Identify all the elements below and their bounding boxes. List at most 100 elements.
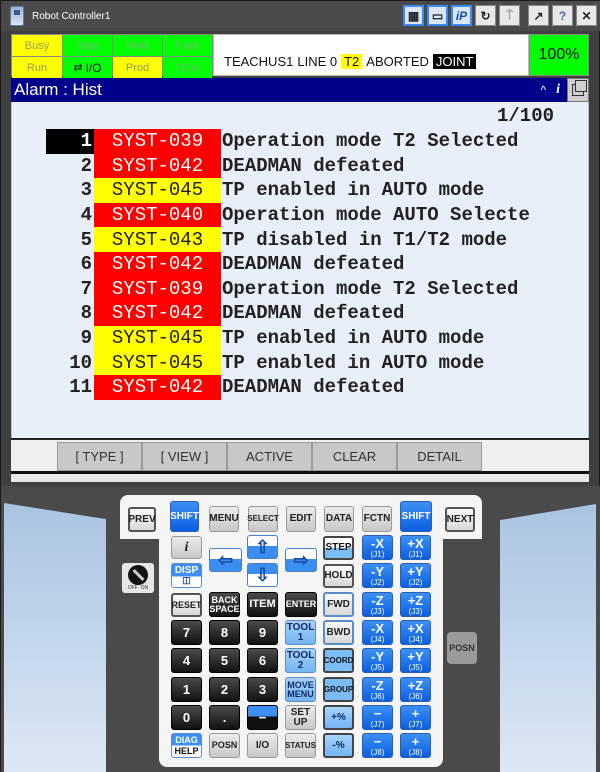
jog-plus-rx-j4-key[interactable]: +X (J4) (400, 620, 431, 645)
down-arrow-key[interactable]: ⇩ (247, 563, 278, 587)
pendant-wing-left (4, 503, 106, 772)
minus-comma-key[interactable]: − (247, 705, 278, 730)
posn-side-key[interactable]: POSN (447, 632, 477, 664)
jog-plus-ry-j5-key[interactable]: +Y (J5) (400, 648, 431, 673)
bwd-key[interactable]: BWD (323, 620, 354, 645)
caret-up-icon[interactable]: ^ (540, 83, 546, 97)
alarm-message: TP enabled in AUTO mode (222, 351, 485, 374)
robot-icon[interactable]: ⍑ (499, 5, 520, 26)
controller-icon[interactable]: ▦ (403, 5, 424, 26)
shift-right-key[interactable]: SHIFT (400, 501, 432, 532)
right-arrow-key[interactable]: ⇨ (285, 548, 317, 572)
f2-view-button[interactable]: [ VIEW ] (142, 442, 227, 471)
alarm-row[interactable]: 7 SYST-039 Operation mode T2 Selected (46, 276, 530, 302)
select-key[interactable]: SELECT (247, 506, 279, 532)
next-key[interactable]: NEXT (445, 507, 475, 532)
info-icon[interactable]: i (556, 82, 560, 98)
help-icon[interactable]: ? (552, 5, 573, 26)
data-key[interactable]: DATA (324, 506, 354, 532)
disp-key[interactable]: DISP ◫ (171, 563, 202, 588)
jog-plus-y-j2-key[interactable]: +Y (J2) (400, 563, 431, 588)
alarm-row[interactable]: 9 SYST-045 TP enabled in AUTO mode (46, 325, 530, 351)
keyboard-icon[interactable]: ▭ (427, 5, 448, 26)
enter-key[interactable]: ENTER (285, 592, 317, 617)
enable-switch[interactable]: OFF ON (122, 563, 154, 593)
refresh-icon[interactable]: ↻ (475, 5, 496, 26)
arrow-left-icon: ⇦ (217, 550, 234, 570)
prev-key[interactable]: PREV (128, 507, 156, 532)
digit-2-key[interactable]: 2 (209, 677, 240, 702)
group-key[interactable]: GROUP (323, 677, 354, 702)
digit-7-key[interactable]: 7 (171, 620, 202, 645)
speed-up-key[interactable]: +% (323, 705, 354, 730)
digit-5-key[interactable]: 5 (209, 648, 240, 673)
alarm-row[interactable]: 8 SYST-042 DEADMAN defeated (46, 301, 530, 326)
move-menu-key[interactable]: MOVE MENU (285, 677, 316, 702)
ip-icon[interactable]: iP (451, 5, 472, 26)
diag-help-key[interactable]: DIAG HELP (171, 733, 202, 758)
jog-minus-j7-key[interactable]: − (J7) (362, 705, 393, 730)
jog-axis-label: -X (371, 620, 384, 636)
window-restore-button[interactable] (567, 78, 589, 102)
alarm-row[interactable]: 10 SYST-045 TP enabled in AUTO mode (46, 350, 530, 375)
jog-plus-x-j1-key[interactable]: +X (J1) (400, 535, 431, 560)
jog-minus-y-j2-key[interactable]: -Y (J2) (362, 563, 393, 588)
alarm-row[interactable]: 1 SYST-039 Operation mode T2 Selected (46, 129, 530, 154)
tool1-key[interactable]: TOOL 1 (285, 620, 316, 645)
io-key[interactable]: I/O (247, 733, 278, 758)
backspace-key[interactable]: BACK SPACE (209, 592, 240, 617)
coord-key[interactable]: COORD (323, 648, 354, 673)
f4-clear-button[interactable]: CLEAR (312, 442, 397, 471)
jog-minus-j8-key[interactable]: − (J8) (362, 733, 393, 758)
digit-6-key[interactable]: 6 (247, 648, 278, 673)
digit-1-key[interactable]: 1 (171, 677, 202, 702)
digit-0-key[interactable]: 0 (171, 705, 202, 730)
speed-down-key[interactable]: -% (323, 733, 354, 758)
menu-key[interactable]: MENU (209, 506, 239, 532)
posn-key[interactable]: POSN (209, 733, 240, 758)
status-key[interactable]: STATUS (285, 733, 316, 758)
fctn-key[interactable]: FCTN (362, 506, 392, 532)
jog-minus-rx-j4-key[interactable]: -X (J4) (362, 620, 393, 645)
tool2-key[interactable]: TOOL 2 (285, 648, 316, 673)
f1-type-button[interactable]: [ TYPE ] (57, 442, 142, 471)
jog-plus-j8-key[interactable]: + (J8) (400, 733, 431, 758)
screen-title: Alarm : Hist (14, 80, 102, 99)
mode-indicator: T2 (341, 54, 363, 69)
jog-minus-x-j1-key[interactable]: -X (J1) (362, 535, 393, 560)
reset-key[interactable]: RESET (171, 593, 202, 617)
jog-axis-label: -X (371, 535, 384, 551)
fwd-key[interactable]: FWD (323, 592, 354, 617)
shift-left-key[interactable]: SHIFT (170, 501, 199, 532)
edit-key[interactable]: EDIT (286, 506, 316, 532)
decimal-point-key[interactable]: . (209, 705, 240, 730)
jog-minus-rz-j6-key[interactable]: -Z (J6) (362, 677, 393, 702)
info-key[interactable]: i (171, 536, 202, 559)
digit-3-key[interactable]: 3 (247, 677, 278, 702)
setup-key[interactable]: SET UP (285, 705, 316, 730)
up-arrow-key[interactable]: ⇧ (247, 535, 278, 559)
left-arrow-key[interactable]: ⇦ (209, 548, 242, 572)
alarm-row[interactable]: 5 SYST-043 TP disabled in T1/T2 mode (46, 227, 530, 252)
jog-plus-j7-key[interactable]: + (J7) (400, 705, 431, 730)
jog-minus-z-j3-key[interactable]: -Z (J3) (362, 592, 393, 617)
digit-9-key[interactable]: 9 (247, 620, 278, 645)
alarm-row[interactable]: 4 SYST-040 Operation mode AUTO Selecte (46, 202, 530, 228)
alarm-row[interactable]: 11 SYST-042 DEADMAN defeated (46, 374, 530, 400)
digit-4-key[interactable]: 4 (171, 648, 202, 673)
alarm-row[interactable]: 2 SYST-042 DEADMAN defeated (46, 153, 530, 179)
f3-active-button[interactable]: ACTIVE (227, 442, 312, 471)
close-icon[interactable]: ✕ (576, 5, 597, 26)
export-icon[interactable]: ↗ (528, 5, 549, 26)
jog-plus-rz-j6-key[interactable]: +Z (J6) (400, 677, 431, 702)
digit-8-key[interactable]: 8 (209, 620, 240, 645)
alarm-row[interactable]: 6 SYST-042 DEADMAN defeated (46, 251, 530, 277)
alarm-row[interactable]: 3 SYST-045 TP enabled in AUTO mode (46, 178, 530, 203)
hold-key[interactable]: HOLD (323, 564, 354, 588)
item-key[interactable]: ITEM (247, 592, 278, 617)
jog-minus-ry-j5-key[interactable]: -Y (J5) (362, 648, 393, 673)
jog-plus-z-j3-key[interactable]: +Z (J3) (400, 592, 431, 617)
alarm-message: DEADMAN defeated (222, 302, 405, 325)
step-key[interactable]: STEP (323, 536, 354, 560)
f5-detail-button[interactable]: DETAIL (397, 442, 482, 471)
